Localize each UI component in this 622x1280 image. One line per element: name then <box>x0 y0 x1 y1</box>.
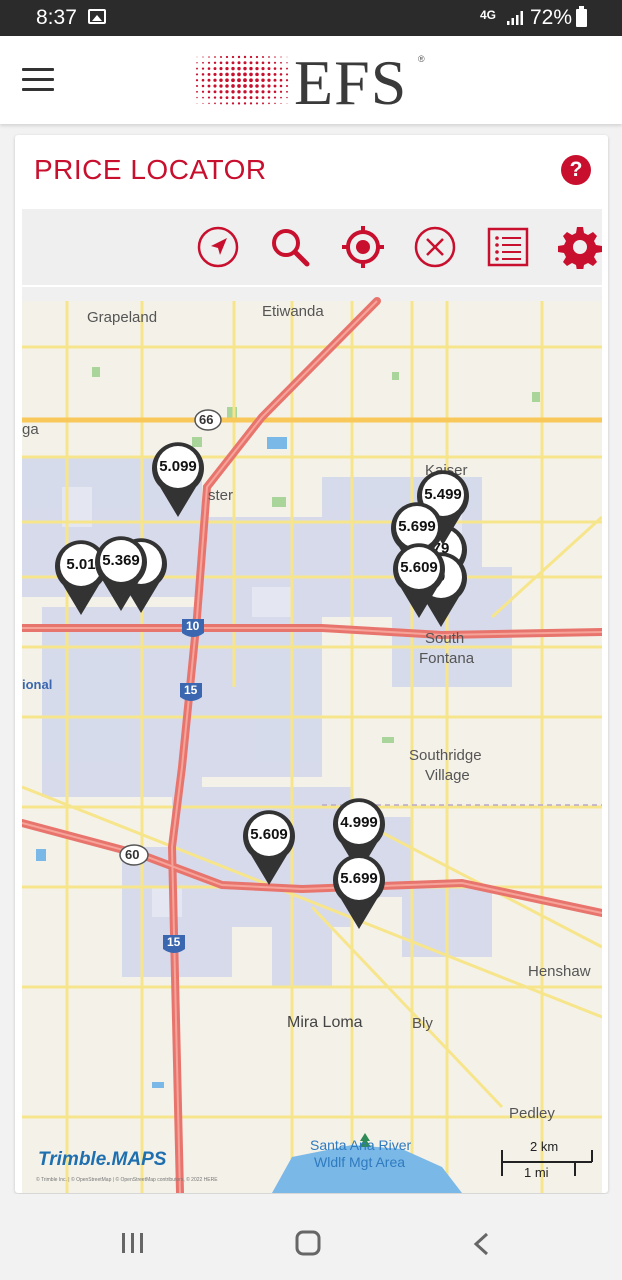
pin-5-369[interactable]: 5.369 <box>93 533 149 613</box>
pin-5-099[interactable]: 5.099 <box>150 439 206 519</box>
navigate-icon[interactable] <box>196 225 240 269</box>
battery-percent: 72% <box>530 6 573 29</box>
price-pins-layer: 5.0195.3695.0997995.4995.6995.6095.6094.… <box>22 287 602 1193</box>
pin-5-609-mira-loma[interactable]: 5.609 <box>241 807 297 887</box>
pin-price-label: 5.609 <box>400 559 438 576</box>
map-view[interactable]: Grapeland Etiwanda ga ster Kaiser South … <box>22 287 602 1193</box>
app-header: EFS ® <box>0 36 622 124</box>
menu-button[interactable] <box>22 68 56 92</box>
network-type: 4G <box>480 8 497 22</box>
pin-marker-icon <box>333 854 385 929</box>
efs-logo: EFS ® <box>194 47 434 118</box>
recent-apps-button[interactable] <box>120 1232 146 1254</box>
pin-marker-icon <box>393 543 445 618</box>
help-button[interactable]: ? <box>561 155 591 185</box>
clear-icon[interactable] <box>413 225 457 269</box>
pin-marker-icon <box>152 442 205 517</box>
gallery-notification-icon <box>88 9 106 24</box>
pin-5-609-fontana[interactable]: 5.609 <box>391 540 447 620</box>
back-button[interactable] <box>472 1232 492 1256</box>
logo-dots-icon <box>195 55 289 105</box>
search-icon[interactable] <box>268 225 312 269</box>
locate-icon[interactable] <box>341 225 385 269</box>
page-title: PRICE LOCATOR <box>34 154 267 185</box>
status-bar: 8:37 4G 72% <box>0 0 622 36</box>
logo-registered-mark: ® <box>418 54 425 64</box>
pin-price-label: 5.369 <box>102 552 140 569</box>
list-icon[interactable] <box>486 225 530 269</box>
pin-price-label: 5.699 <box>398 518 436 535</box>
signal-icon <box>507 11 523 25</box>
pin-marker-icon <box>243 810 295 885</box>
battery-icon <box>576 6 587 27</box>
pin-price-label: 5.099 <box>159 458 197 475</box>
settings-icon[interactable] <box>558 225 602 269</box>
pin-price-label: 4.999 <box>340 814 378 831</box>
pin-5-699-south[interactable]: 5.699 <box>331 851 387 931</box>
pin-price-label: 5.609 <box>250 826 288 843</box>
pin-marker-icon <box>95 536 148 611</box>
status-time: 8:37 <box>36 6 77 29</box>
home-button[interactable] <box>294 1230 322 1256</box>
pin-price-label: 5.699 <box>340 870 378 887</box>
map-toolbar <box>22 209 602 285</box>
logo-text: EFS <box>294 47 408 118</box>
system-nav-bar <box>0 1194 622 1280</box>
price-locator-card: PRICE LOCATOR ? Grapeland Etiwanda ga st… <box>15 135 608 1193</box>
